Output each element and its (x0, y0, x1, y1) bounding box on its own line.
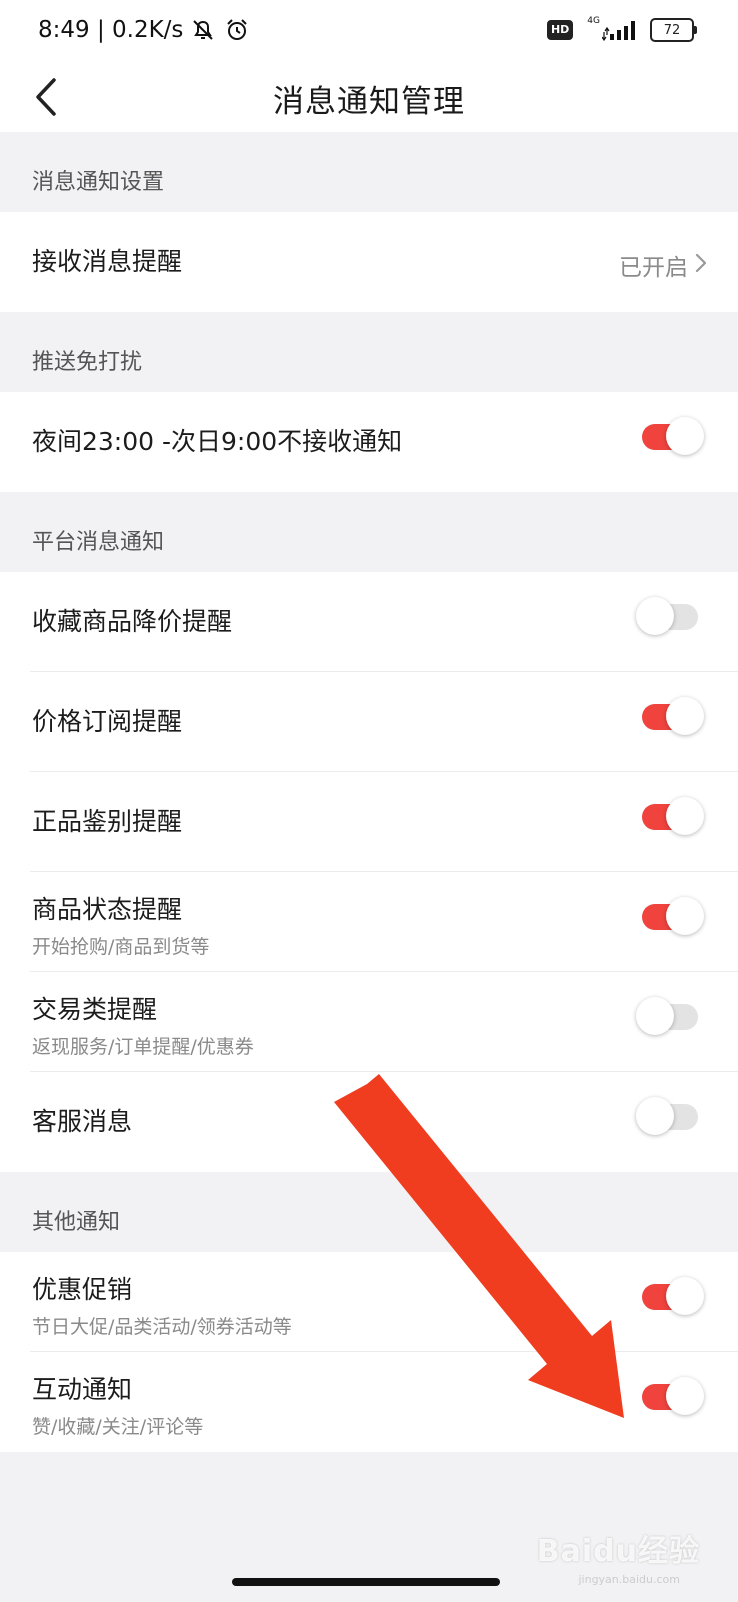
section-header-platform: 平台消息通知 (32, 530, 165, 555)
baidu-watermark-url: jingyan.baidu.com (578, 1573, 680, 1586)
authentic-toggle[interactable] (642, 797, 704, 835)
row-subtitle: 赞/收藏/关注/评论等 (32, 1416, 204, 1438)
page-title: 消息通知管理 (273, 84, 465, 120)
trade-row: 交易类提醒 返现服务/订单提醒/优惠券 (0, 972, 738, 1072)
toggle-knob (666, 897, 704, 935)
row-title: 价格订阅提醒 (32, 707, 183, 736)
toggle-knob (636, 597, 674, 635)
row-title: 商品状态提醒 (32, 895, 183, 924)
collect-price-drop-toggle[interactable] (636, 597, 698, 635)
row-title: 正品鉴别提醒 (32, 807, 183, 836)
promotion-toggle[interactable] (642, 1277, 704, 1315)
section-header-other: 其他通知 (32, 1210, 121, 1235)
row-value: 已开启 (619, 255, 688, 281)
row-subtitle: 返现服务/订单提醒/优惠券 (32, 1036, 254, 1058)
row-title: 夜间23:00 -次日9:00不接收通知 (32, 427, 403, 456)
signal-icon (602, 21, 635, 41)
chevron-right-icon (695, 253, 707, 273)
nav-bar: 消息通知管理 (0, 62, 738, 132)
alarm-clock-icon (227, 19, 248, 40)
row-title: 优惠促销 (32, 1275, 133, 1304)
product-status-toggle[interactable] (642, 897, 704, 935)
battery-level: 72 (663, 22, 681, 38)
collect-price-drop-row: 收藏商品降价提醒 (0, 572, 738, 672)
hd-badge: HD (546, 20, 574, 40)
night-dnd-row: 夜间23:00 -次日9:00不接收通知 (0, 392, 738, 492)
night-dnd-toggle[interactable] (642, 417, 704, 455)
row-title: 交易类提醒 (32, 995, 158, 1024)
authentic-row: 正品鉴别提醒 (0, 772, 738, 872)
customer-service-row: 客服消息 (0, 1072, 738, 1172)
interaction-row: 互动通知 赞/收藏/关注/评论等 (0, 1352, 738, 1452)
home-indicator[interactable] (232, 1578, 500, 1586)
toggle-knob (636, 1097, 674, 1135)
toggle-knob (666, 697, 704, 735)
interaction-toggle[interactable] (642, 1377, 704, 1415)
toggle-knob (666, 1277, 704, 1315)
receive-notification-row[interactable]: 接收消息提醒 已开启 (0, 212, 738, 312)
status-right: HD 4G 72 (546, 16, 697, 42)
settings-list: 消息通知设置 接收消息提醒 已开启 推送免打扰 夜间23:00 -次日9:00不… (0, 132, 738, 1602)
row-title: 收藏商品降价提醒 (32, 607, 233, 636)
row-subtitle: 节日大促/品类活动/领券活动等 (32, 1316, 292, 1338)
row-title: 互动通知 (32, 1375, 133, 1404)
toggle-knob (666, 797, 704, 835)
promotion-row: 优惠促销 节日大促/品类活动/领券活动等 (0, 1252, 738, 1352)
battery-indicator: 72 (650, 18, 697, 42)
price-subscribe-toggle[interactable] (642, 697, 704, 735)
row-subtitle: 开始抢购/商品到货等 (32, 936, 210, 958)
trade-toggle[interactable] (636, 997, 698, 1035)
price-subscribe-row: 价格订阅提醒 (0, 672, 738, 772)
baidu-watermark-logo: Baidu经验 (536, 1534, 700, 1569)
row-title: 客服消息 (32, 1107, 133, 1136)
status-bar: 8:49 | 0.2K/s HD 4G 72 (0, 0, 738, 62)
status-time-speed: 8:49 | 0.2K/s (38, 17, 184, 43)
section-header-notification-settings: 消息通知设置 (32, 170, 165, 195)
toggle-knob (666, 1377, 704, 1415)
status-left: 8:49 | 0.2K/s (38, 16, 251, 44)
customer-service-toggle[interactable] (636, 1097, 698, 1135)
network-label: 4G (587, 16, 600, 26)
toggle-knob (636, 997, 674, 1035)
row-title: 接收消息提醒 (32, 247, 183, 276)
bell-muted-icon (193, 20, 214, 40)
section-header-do-not-disturb: 推送免打扰 (32, 350, 143, 375)
toggle-knob (666, 417, 704, 455)
product-status-row: 商品状态提醒 开始抢购/商品到货等 (0, 872, 738, 972)
